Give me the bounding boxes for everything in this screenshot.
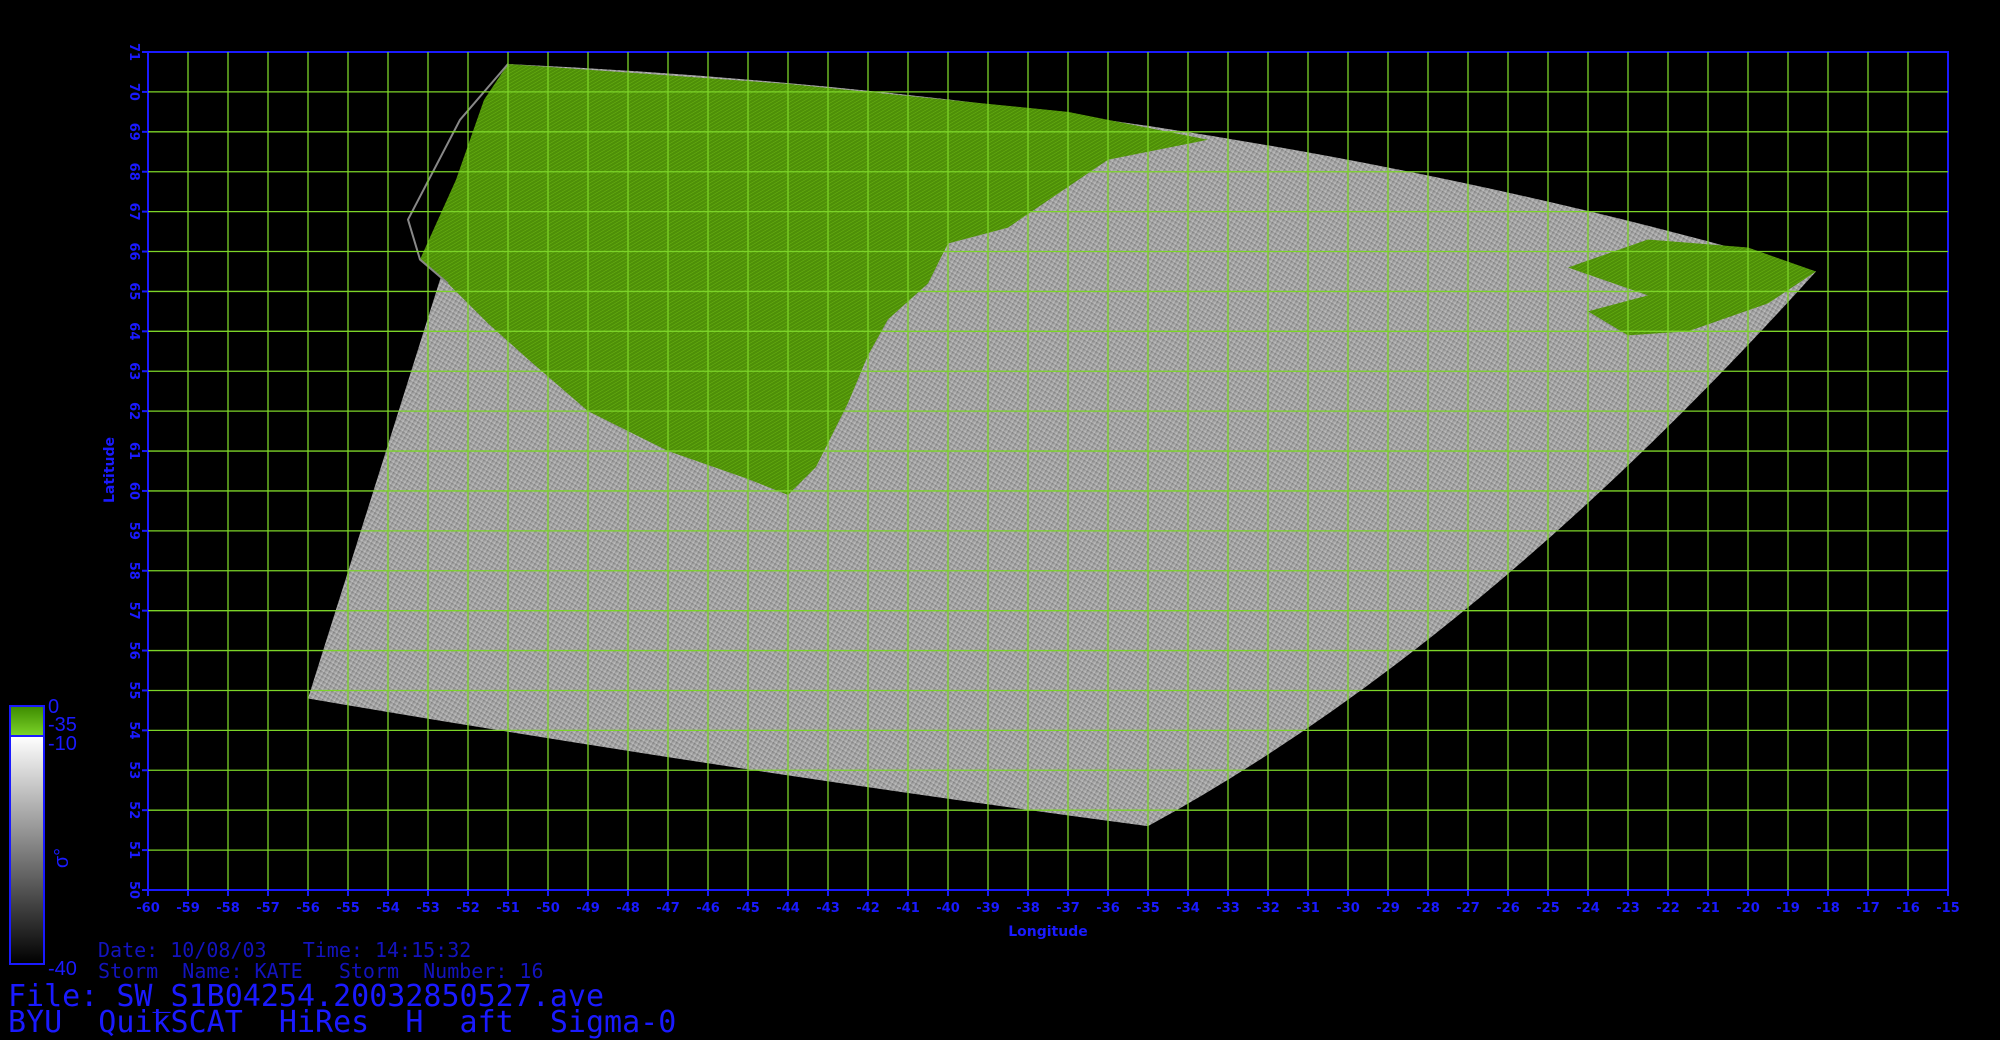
lon-tick-label: -21 (1696, 901, 1720, 916)
lon-tick-label: -31 (1296, 901, 1320, 916)
lon-tick-label: -19 (1776, 901, 1800, 916)
colorbar: 0 -35 -10 σ° -40 (9, 696, 77, 980)
lon-tick-label: -53 (416, 901, 440, 916)
lat-tick-label: 53 (126, 761, 141, 779)
lat-tick-label: 58 (126, 562, 141, 580)
lon-tick-label: -55 (336, 901, 360, 916)
lon-tick-label: -48 (616, 901, 640, 916)
lat-tick-label: 66 (126, 242, 141, 260)
colorbar-land-segment (9, 705, 45, 737)
lon-tick-label: -39 (976, 901, 1000, 916)
lat-tick-label: 54 (126, 721, 141, 739)
lon-tick-label: -45 (736, 901, 760, 916)
lon-tick-label: -50 (536, 901, 560, 916)
lon-tick-label: -20 (1736, 901, 1760, 916)
lon-tick-label: -30 (1336, 901, 1360, 916)
lat-tick-label: 69 (126, 123, 141, 141)
lon-tick-label: -36 (1096, 901, 1120, 916)
colorbar-sigma-label: σ° (51, 848, 73, 868)
lon-tick-label: -49 (576, 901, 600, 916)
lat-tick-label: 57 (126, 602, 141, 620)
lat-tick-label: 64 (126, 322, 141, 340)
product-title-line: BYU QuikSCAT HiRes H aft Sigma-0 (8, 1005, 677, 1040)
lon-tick-label: -52 (456, 901, 480, 916)
lat-tick-label: 70 (126, 83, 141, 101)
lat-tick-label: 55 (126, 681, 141, 699)
lon-tick-label: -15 (1936, 901, 1960, 916)
map-plot: -60 -59 -58 -57 -56 -55 -54 -53 -52 -51 -50 -49 -48 -… (9, 43, 1960, 980)
lat-tick-label: 61 (126, 442, 141, 460)
lon-tick-label: -51 (496, 901, 520, 916)
lon-tick-label: -41 (896, 901, 920, 916)
lat-tick-label: 56 (126, 642, 141, 660)
lon-tick-label: -16 (1896, 901, 1920, 916)
lat-tick-label: 67 (126, 203, 141, 221)
lon-tick-label: -22 (1656, 901, 1680, 916)
lon-tick-label: -33 (1216, 901, 1240, 916)
lon-tick-label: -35 (1136, 901, 1160, 916)
lon-tick-label: -28 (1416, 901, 1440, 916)
lat-tick-label: 52 (126, 801, 141, 819)
swath-layer (308, 63, 1816, 827)
lat-tick-label: 62 (126, 402, 141, 420)
lon-tick-label: -59 (176, 901, 200, 916)
lat-tick-label: 51 (126, 841, 141, 859)
lon-tick-label: -42 (856, 901, 880, 916)
lon-tick-label: -23 (1616, 901, 1640, 916)
lon-tick-label: -34 (1176, 901, 1200, 916)
lat-tick-label: 71 (126, 43, 141, 61)
lat-tick-label: 65 (126, 282, 141, 300)
lon-tick-label: -46 (696, 901, 720, 916)
lon-tick-label: -24 (1576, 901, 1600, 916)
lat-tick-label: 68 (126, 163, 141, 181)
lon-tick-label: -60 (136, 901, 160, 916)
lon-tick-label: -43 (816, 901, 840, 916)
lon-tick-label: -26 (1496, 901, 1520, 916)
lon-tick-label: -18 (1816, 901, 1840, 916)
lon-tick-label: -32 (1256, 901, 1280, 916)
lat-tick-label: 59 (126, 522, 141, 540)
colorbar-ocean-segment (9, 735, 45, 965)
y-axis-label: Latitude (102, 437, 118, 503)
lon-tick-label: -37 (1056, 901, 1080, 916)
lon-tick-label: -38 (1016, 901, 1040, 916)
colorbar-ocean-top-value: -10 (48, 733, 77, 755)
lon-tick-label: -47 (656, 901, 680, 916)
colorbar-bottom-value: -40 (48, 958, 77, 980)
lon-tick-label: -58 (216, 901, 240, 916)
storm-line: Storm Name: KATE Storm Number: 16 (98, 959, 544, 983)
lon-tick-label: -25 (1536, 901, 1560, 916)
lat-tick-label: 50 (126, 881, 141, 899)
date-time-line: Date: 10/08/03 Time: 14:15:32 (98, 938, 472, 962)
lon-tick-label: -40 (936, 901, 960, 916)
lat-tick-label: 63 (126, 362, 141, 380)
lat-tick-label: 60 (126, 482, 141, 500)
lon-tick-label: -54 (376, 901, 400, 916)
x-axis-label: Longitude (1008, 924, 1088, 940)
lon-tick-label: -44 (776, 901, 800, 916)
lon-tick-label: -27 (1456, 901, 1480, 916)
lon-tick-label: -56 (296, 901, 320, 916)
lon-tick-label: -29 (1376, 901, 1400, 916)
lon-tick-label: -17 (1856, 901, 1880, 916)
lon-tick-label: -57 (256, 901, 280, 916)
